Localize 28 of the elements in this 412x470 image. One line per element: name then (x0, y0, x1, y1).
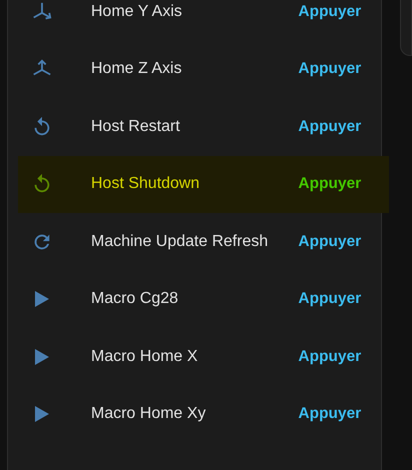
list-row[interactable]: Macro Cg28 Appuyer (8, 270, 382, 328)
row-label: Home Y Axis (91, 2, 184, 21)
row-label: Host Restart (91, 118, 181, 136)
press-button[interactable]: Appuyer (298, 405, 362, 424)
play-icon (35, 291, 49, 308)
row-label: Host Shutdown (91, 175, 201, 194)
list-row[interactable]: Host Restart Appuyer (8, 98, 382, 156)
list-row[interactable]: Home Z Axis Appuyer (8, 40, 382, 98)
row-label: Macro Home X (91, 348, 199, 366)
list-row[interactable]: Host Shutdown Appuyer (18, 156, 390, 213)
play-icon (35, 348, 49, 365)
row-label: Home Z Axis (91, 60, 183, 78)
row-label: Machine Update Refresh (91, 232, 269, 251)
list-row[interactable]: Machine Update Refresh Appuyer (8, 213, 382, 270)
play-icon (35, 406, 49, 422)
list-row[interactable]: Macro Home X Appuyer (8, 328, 382, 386)
row-label: Macro Home Xy (91, 405, 207, 424)
press-button[interactable]: Appuyer (298, 348, 362, 366)
press-button[interactable]: Appuyer (298, 290, 362, 308)
press-button[interactable]: Appuyer (298, 60, 362, 78)
row-label: Macro Cg28 (91, 290, 180, 308)
press-button[interactable]: Appuyer (298, 118, 362, 136)
list-row[interactable]: Home Y Axis Appuyer (8, 0, 382, 40)
press-button[interactable]: Appuyer (298, 175, 362, 194)
side-panel (400, 0, 412, 56)
press-button[interactable]: Appuyer (298, 2, 362, 21)
list-row[interactable]: Macro Home Xy Appuyer (8, 386, 382, 443)
press-button[interactable]: Appuyer (298, 232, 362, 251)
